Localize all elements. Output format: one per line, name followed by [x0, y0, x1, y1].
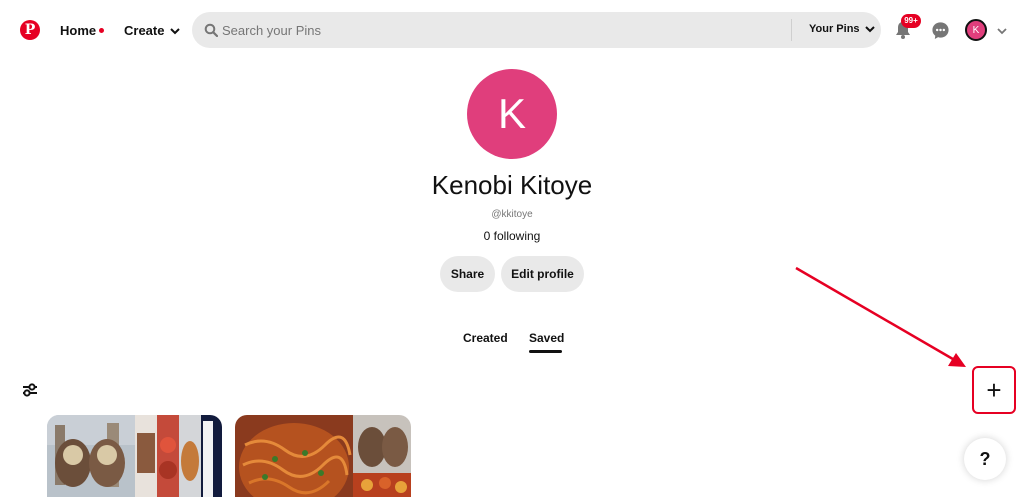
tab-saved[interactable]: Saved — [529, 331, 564, 345]
chevron-down-icon — [864, 26, 875, 33]
board-preview[interactable] — [235, 415, 411, 497]
nav-create-menu[interactable]: Create — [124, 23, 181, 38]
messages-icon[interactable] — [931, 21, 950, 40]
share-button[interactable]: Share — [440, 256, 495, 292]
notifications-badge: 99+ — [901, 14, 921, 28]
board-cover-image — [235, 415, 411, 497]
create-board-plus-button[interactable]: + — [976, 372, 1012, 408]
nav-create-label: Create — [124, 23, 165, 38]
chevron-down-icon — [170, 27, 181, 34]
profile-handle: @kkitoye — [491, 209, 533, 220]
active-tab-indicator — [529, 350, 562, 353]
tab-created[interactable]: Created — [463, 331, 508, 345]
new-content-dot-icon — [99, 28, 105, 34]
profile-avatar: K — [467, 69, 557, 159]
nav-home-link[interactable]: Home — [60, 23, 105, 38]
following-count[interactable]: 0 following — [0, 229, 1024, 243]
profile-name: Kenobi Kitoye — [431, 170, 593, 200]
help-button[interactable]: ? — [964, 438, 1006, 480]
search-scope-dropdown[interactable]: Your Pins — [809, 23, 875, 35]
account-chevron-down-icon[interactable] — [997, 26, 1007, 36]
nav-home-label: Home — [60, 23, 97, 38]
pinterest-logo-icon[interactable]: P — [20, 20, 40, 40]
top-nav: P Home Create Your Pins 99+ K — [0, 0, 1024, 62]
board-preview[interactable] — [47, 415, 222, 497]
search-bar[interactable]: Your Pins — [192, 12, 881, 48]
account-avatar[interactable]: K — [965, 19, 987, 41]
search-divider — [791, 19, 792, 41]
filter-sliders-icon[interactable] — [22, 383, 38, 397]
search-icon — [204, 23, 218, 37]
search-scope-label: Your Pins — [809, 23, 860, 35]
search-input[interactable] — [222, 20, 782, 40]
edit-profile-button[interactable]: Edit profile — [501, 256, 584, 292]
board-cover-image — [47, 415, 222, 497]
annotation-arrow-icon — [795, 266, 966, 367]
